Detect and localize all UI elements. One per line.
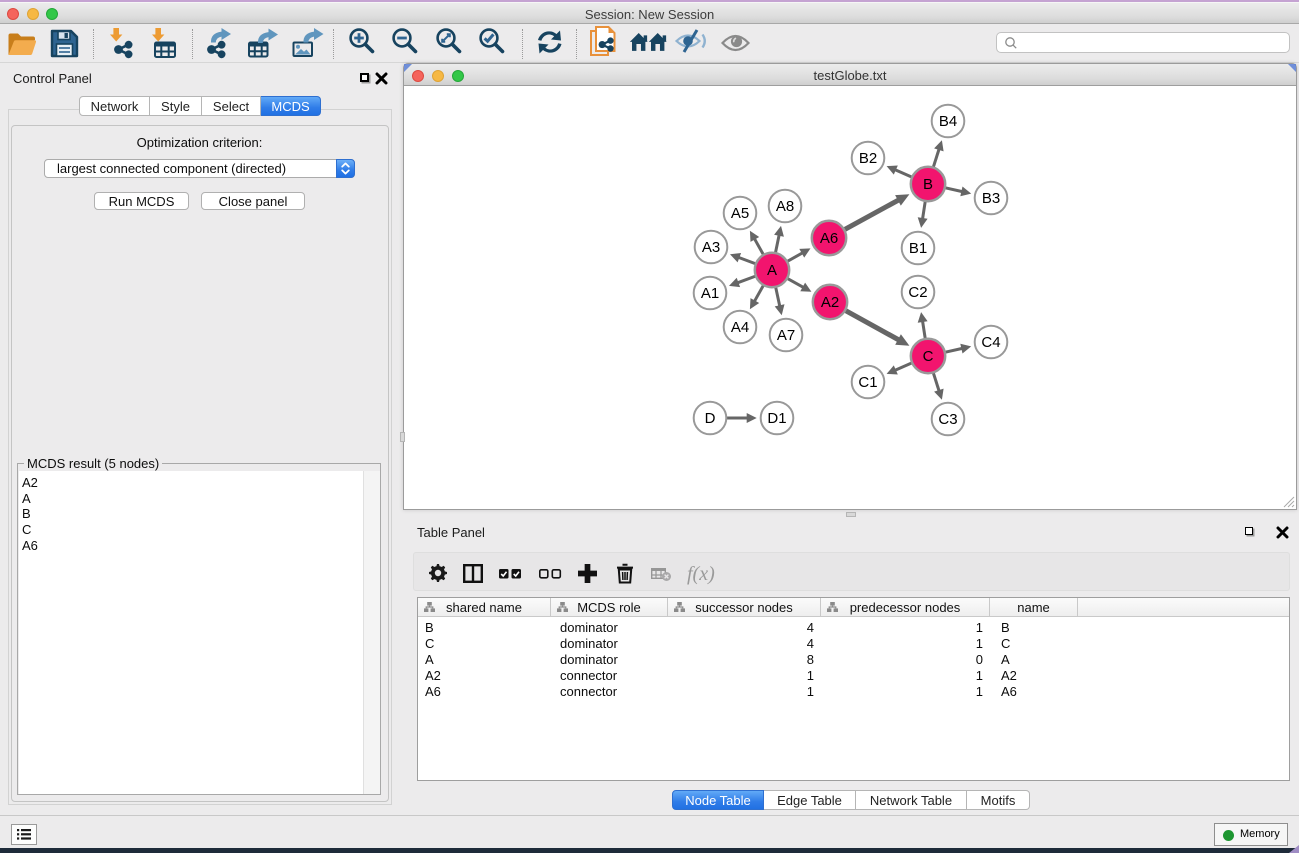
svg-text:A6: A6 [820, 230, 838, 247]
svg-text:A1: A1 [701, 285, 719, 302]
svg-text:A8: A8 [776, 198, 794, 215]
svg-text:B: B [923, 176, 933, 193]
svg-text:A2: A2 [821, 294, 839, 311]
svg-text:A5: A5 [731, 205, 749, 222]
svg-text:C4: C4 [981, 334, 1000, 351]
svg-text:C2: C2 [908, 284, 927, 301]
svg-text:A: A [767, 262, 777, 279]
svg-text:D1: D1 [767, 410, 786, 427]
svg-text:C1: C1 [858, 374, 877, 391]
svg-text:f(x): f(x) [687, 563, 715, 585]
svg-text:C: C [923, 348, 934, 365]
svg-text:C3: C3 [938, 411, 957, 428]
svg-text:B3: B3 [982, 190, 1000, 207]
svg-text:B4: B4 [939, 113, 957, 130]
svg-text:B1: B1 [909, 240, 927, 257]
svg-text:B2: B2 [859, 150, 877, 167]
svg-text:A3: A3 [702, 239, 720, 256]
svg-text:D: D [705, 410, 716, 427]
svg-text:A7: A7 [777, 327, 795, 344]
svg-text:A4: A4 [731, 319, 749, 336]
